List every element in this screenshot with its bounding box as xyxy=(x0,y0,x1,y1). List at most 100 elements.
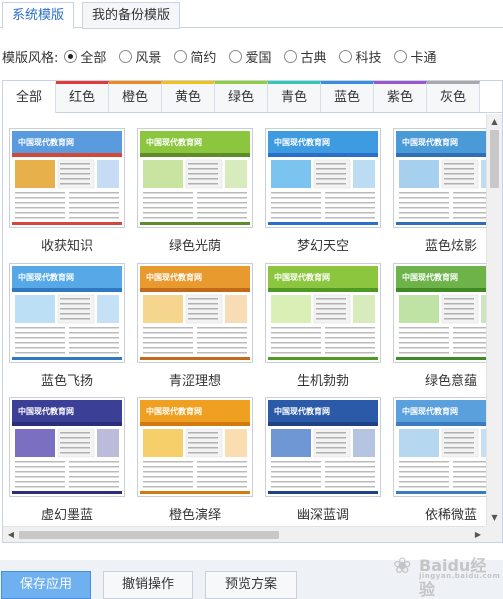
color-tab-orange[interactable]: 橙色 xyxy=(109,81,162,112)
template-thumbnail[interactable]: 中国现代教育网 xyxy=(9,128,125,228)
template-thumbnail[interactable]: 中国现代教育网 xyxy=(137,397,253,497)
thumb-text-line xyxy=(15,207,65,209)
style-radio-simple[interactable]: 简约 xyxy=(174,47,216,66)
template-thumbnail[interactable]: 中国现代教育网 xyxy=(265,263,381,363)
radio-icon[interactable] xyxy=(174,49,188,63)
vertical-scrollbar[interactable]: ▲ ▼ xyxy=(486,114,502,526)
style-radio-cartoon[interactable]: 卡通 xyxy=(394,47,437,66)
template-card[interactable]: 中国现代教育网绿色光荫 xyxy=(137,128,255,254)
thumb-nav xyxy=(396,422,486,426)
radio-icon[interactable] xyxy=(284,49,298,63)
thumb-text-line xyxy=(15,486,65,488)
radio-checked-icon[interactable] xyxy=(64,49,78,63)
template-thumbnail[interactable]: 中国现代教育网 xyxy=(137,263,253,363)
thumb-text-line xyxy=(325,327,375,329)
template-card[interactable]: 中国现代教育网 依稀微蓝 xyxy=(393,397,486,523)
template-source-tabs: 系统模版 我的备份模版 xyxy=(0,0,503,29)
thumb-text-line xyxy=(188,313,218,315)
color-tab-red[interactable]: 红色 xyxy=(56,81,109,112)
thumb-text-line xyxy=(69,466,119,468)
color-tab-yellow[interactable]: 黄色 xyxy=(162,81,215,112)
style-radio-tech[interactable]: 科技 xyxy=(339,47,381,66)
thumb-text-line xyxy=(197,212,247,214)
thumb-text-line xyxy=(15,327,65,329)
thumbnail-preview: 中国现代教育网 xyxy=(268,400,378,494)
thumb-text-line xyxy=(325,212,375,214)
horizontal-scrollbar[interactable]: ◀ ▶ xyxy=(3,526,486,542)
thumb-text-line xyxy=(197,476,247,478)
template-thumbnail[interactable]: 中国现代教育网 xyxy=(9,263,125,363)
style-radio-label: 简约 xyxy=(190,50,217,66)
thumb-text-line xyxy=(325,217,375,219)
template-card[interactable]: 中国现代教育网 生机勃勃 xyxy=(265,263,383,389)
thumb-text-line xyxy=(271,327,321,329)
preview-button[interactable]: 预览方案 xyxy=(205,571,297,599)
thumb-side-box xyxy=(97,429,119,457)
template-thumbnail[interactable]: 中国现代教育网 xyxy=(9,397,125,497)
undo-button[interactable]: 撤销操作 xyxy=(103,571,193,599)
template-card[interactable]: 中国现代教育网青涩理想 xyxy=(137,263,255,389)
thumb-text-line xyxy=(325,332,375,334)
scroll-down-icon[interactable]: ▼ xyxy=(487,511,502,525)
tab-my-backup-templates[interactable]: 我的备份模版 xyxy=(82,2,180,29)
style-radio-scenery[interactable]: 风景 xyxy=(119,47,161,66)
thumb-text-line xyxy=(399,217,449,219)
template-card[interactable]: 中国现代教育网收获知识 xyxy=(9,128,127,254)
thumb-title: 中国现代教育网 xyxy=(18,137,74,147)
template-card[interactable]: 中国现代教育网 绿色意蕴 xyxy=(393,263,486,389)
template-card[interactable]: 中国现代教育网 幽深蓝调 xyxy=(265,397,383,523)
template-thumbnail[interactable]: 中国现代教育网 xyxy=(137,128,253,228)
thumb-text-line xyxy=(325,347,375,349)
radio-icon[interactable] xyxy=(339,49,353,63)
thumb-text-line xyxy=(399,481,449,483)
radio-icon[interactable] xyxy=(394,49,408,63)
thumb-text-line xyxy=(143,337,193,339)
thumb-text-line xyxy=(399,197,449,199)
template-name: 绿色光荫 xyxy=(168,239,221,254)
template-thumbnail[interactable]: 中国现代教育网 xyxy=(393,263,486,363)
color-tab-all[interactable]: 全部 xyxy=(3,81,56,113)
color-tab-purple[interactable]: 紫色 xyxy=(374,81,427,112)
radio-icon[interactable] xyxy=(119,49,133,63)
thumb-text-line xyxy=(399,202,449,204)
style-radio-all[interactable]: 全部 xyxy=(64,47,106,66)
color-tab-green[interactable]: 绿色 xyxy=(215,81,268,112)
scroll-up-icon[interactable]: ▲ xyxy=(487,115,502,129)
color-tab-cyan[interactable]: 青色 xyxy=(268,81,321,112)
template-thumbnail[interactable]: 中国现代教育网 xyxy=(393,397,486,497)
template-thumbnail[interactable]: 中国现代教育网 xyxy=(393,128,486,228)
radio-icon[interactable] xyxy=(229,49,243,63)
horizontal-scroll-thumb[interactable] xyxy=(19,531,279,539)
vertical-scroll-thumb[interactable] xyxy=(490,130,499,188)
template-card[interactable]: 中国现代教育网 蓝色炫影 xyxy=(393,128,486,254)
style-radio-classical[interactable]: 古典 xyxy=(284,47,326,66)
template-card[interactable]: 中国现代教育网 虚幻墨蓝 xyxy=(9,397,127,523)
template-card[interactable]: 中国现代教育网 橙色演绎 xyxy=(137,397,255,523)
template-thumbnail[interactable]: 中国现代教育网 xyxy=(265,128,381,228)
template-card[interactable]: 中国现代教育网 梦幻天空 xyxy=(265,128,383,254)
scroll-left-icon[interactable]: ◀ xyxy=(4,527,18,542)
thumb-title: 中国现代教育网 xyxy=(274,137,330,147)
scroll-right-icon[interactable]: ▶ xyxy=(471,527,485,542)
thumb-text-line xyxy=(197,461,247,463)
thumb-text-line xyxy=(15,476,65,478)
thumb-text-line xyxy=(60,308,90,310)
thumb-text-line xyxy=(143,192,193,194)
tab-system-templates[interactable]: 系统模版 xyxy=(2,2,74,29)
template-name: 青涩理想 xyxy=(168,374,221,389)
template-thumbnail[interactable]: 中国现代教育网 xyxy=(265,397,381,497)
thumb-text-line xyxy=(143,207,193,209)
color-tab-gray[interactable]: 灰色 xyxy=(427,81,480,112)
thumb-text-line xyxy=(444,303,474,305)
template-card[interactable]: 中国现代教育网 蓝色飞扬 xyxy=(9,263,127,389)
style-radio-patriotic[interactable]: 爱国 xyxy=(229,47,271,66)
thumb-text-line xyxy=(453,207,486,209)
save-apply-button[interactable]: 保存应用 xyxy=(1,571,91,599)
thumb-text-line xyxy=(271,476,321,478)
thumb-text-line xyxy=(399,461,449,463)
template-name: 收获知识 xyxy=(40,239,93,254)
thumb-side-box xyxy=(353,429,375,457)
color-tab-blue[interactable]: 蓝色 xyxy=(321,81,374,112)
thumb-nav xyxy=(140,153,250,157)
thumb-side-box xyxy=(353,160,375,188)
